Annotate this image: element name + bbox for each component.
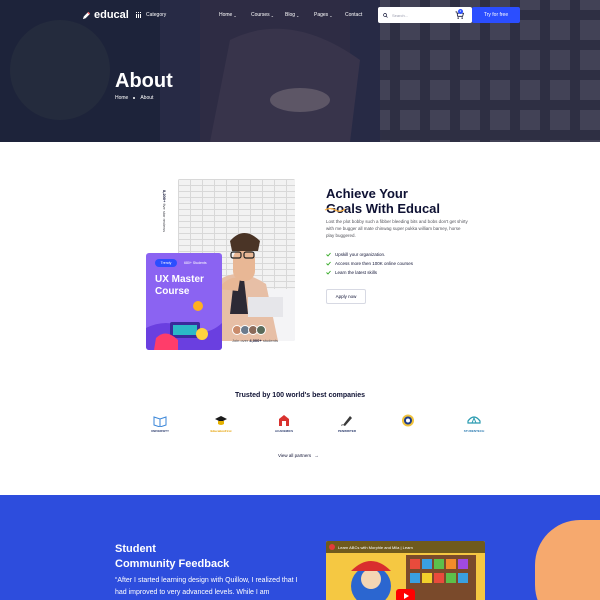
chevron-down-icon: ⌄	[270, 12, 274, 18]
graduation-cap-icon	[215, 416, 227, 425]
search-placeholder: Search...	[392, 12, 409, 18]
menu-label: Courses	[251, 12, 270, 18]
menu-item-pages[interactable]: Pages ⌄	[314, 12, 345, 18]
menu-label: Home	[219, 12, 233, 18]
join-count: 4,000+	[249, 338, 262, 343]
video-title: Learn ABCs with Morphle and Mila | Learn	[338, 544, 413, 550]
brand-name: UNIVERSITY	[150, 429, 169, 433]
chevron-down-icon: ⌄	[329, 12, 333, 18]
brand-logo-educationfirst[interactable]: EducationFirst	[199, 414, 243, 442]
feedback-title-line2: Community Feedback	[115, 558, 230, 570]
brand-logo-studentech[interactable]: STUDENTECH	[452, 414, 496, 442]
avatar	[256, 325, 266, 335]
brand-name: EducationFirst	[210, 429, 232, 433]
brand-logo-penwriter[interactable]: PENWRITER	[325, 414, 369, 442]
video-title-bar: Learn ABCs with Morphle and Mila | Learn	[326, 541, 485, 553]
apply-now-button[interactable]: Apply now	[326, 289, 366, 304]
about-title-line1: Achieve Your	[326, 186, 408, 201]
card-title: UX Master Course	[155, 274, 204, 297]
trendy-badge: Trendy	[155, 259, 177, 267]
feedback-section: Student Community Feedback “After I star…	[0, 495, 600, 600]
chevron-down-icon: ⌄	[296, 12, 300, 18]
seal-icon	[402, 414, 414, 427]
checklist-item: Learn the latest skills	[326, 269, 413, 275]
student-tech-icon	[467, 416, 481, 424]
menu-item-courses[interactable]: Courses ⌄	[251, 12, 285, 18]
chevron-down-icon: ⌄	[233, 12, 237, 18]
about-description: Lost the plot bobby such a fibber bleedi…	[326, 219, 468, 238]
breadcrumb-home[interactable]: Home	[115, 95, 128, 101]
checklist-text: Access more then 100K online courses	[335, 260, 414, 266]
menu-label: Pages	[314, 12, 329, 18]
course-card[interactable]: Trendy 680+ Students UX Master Course	[146, 253, 222, 350]
brand-name: STUDENTECH	[463, 429, 485, 433]
reviews-count: 8,200+	[162, 190, 167, 203]
pen-nib-icon	[341, 416, 352, 426]
arrow-right-icon: →	[314, 453, 319, 458]
top-navigation: educal Category Home ⌄ Courses ⌄ Blog ⌄ Pag…	[0, 0, 600, 32]
try-for-free-button[interactable]: Try for free	[472, 7, 520, 23]
course-illustration	[146, 301, 222, 350]
search-icon	[383, 12, 388, 18]
pencil-logo-icon	[82, 11, 91, 19]
brand-name: PENWRITER	[338, 429, 356, 433]
brand-logo-academics[interactable]: ACADEMICS	[262, 414, 306, 442]
checklist-text: Upskill your organization.	[335, 251, 386, 257]
card-students: 680+ Students	[184, 261, 207, 265]
menu-label: Contact	[345, 12, 363, 18]
logo-text: educal	[94, 9, 129, 21]
highlight-underline-icon	[324, 207, 346, 212]
main-menu: Home ⌄ Courses ⌄ Blog ⌄ Pages ⌄ Contact	[219, 12, 362, 18]
play-button-icon[interactable]	[396, 589, 415, 600]
breadcrumb-separator	[133, 97, 136, 99]
view-all-label: View all partners	[278, 453, 312, 458]
menu-item-home[interactable]: Home ⌄	[219, 12, 251, 18]
checklist-item: Upskill your organization.	[326, 251, 413, 257]
menu-item-blog[interactable]: Blog ⌄	[285, 12, 314, 18]
brand-logo-seal[interactable]	[386, 414, 430, 442]
brand-logo-university[interactable]: UNIVERSITY	[138, 414, 182, 442]
reviews-vertical-text: 8,200+ five star reviews	[157, 190, 171, 242]
check-icon	[326, 252, 331, 257]
decorative-shape	[535, 520, 600, 600]
breadcrumb: Home About	[115, 95, 153, 101]
breadcrumb-current: About	[140, 95, 154, 101]
hero-banner: educal Category Home ⌄ Courses ⌄ Blog ⌄ Pag…	[0, 0, 600, 142]
menu-label: Blog	[285, 12, 296, 18]
academic-building-icon	[279, 415, 289, 426]
feature-checklist: Upskill your organization. Access more t…	[326, 252, 413, 279]
testimonial-quote: “After I started learning design with Qu…	[115, 577, 298, 596]
checklist-item: Access more then 100K online courses	[326, 260, 414, 266]
feedback-title-line1: Student	[115, 543, 156, 555]
cart-count-badge: 2	[458, 9, 463, 14]
grid-icon	[136, 12, 142, 18]
join-text: Join over 4,000+ students	[232, 338, 278, 343]
feedback-heading: Student Community Feedback	[115, 542, 229, 572]
check-icon	[326, 261, 331, 266]
logo[interactable]: educal	[82, 9, 129, 21]
category-label: Category	[146, 12, 167, 18]
check-icon	[326, 270, 331, 275]
join-prefix: Join over	[232, 338, 249, 343]
trusted-heading: Trusted by 100 world's best companies	[234, 392, 366, 399]
brand-name: ACADEMICS	[274, 429, 294, 433]
menu-item-contact[interactable]: Contact	[345, 12, 362, 18]
video-player[interactable]: Learn ABCs with Morphle and Mila | Learn	[326, 541, 485, 600]
page-title: About	[115, 70, 173, 92]
join-suffix: students	[262, 338, 278, 343]
student-avatars	[232, 325, 266, 335]
view-all-partners-link[interactable]: View all partners →	[278, 453, 319, 458]
book-icon	[153, 416, 167, 427]
category-menu[interactable]: Category	[136, 12, 166, 18]
reviews-label: five star reviews	[162, 203, 167, 233]
channel-logo	[329, 544, 335, 550]
checklist-text: Learn the latest skills	[335, 269, 378, 275]
